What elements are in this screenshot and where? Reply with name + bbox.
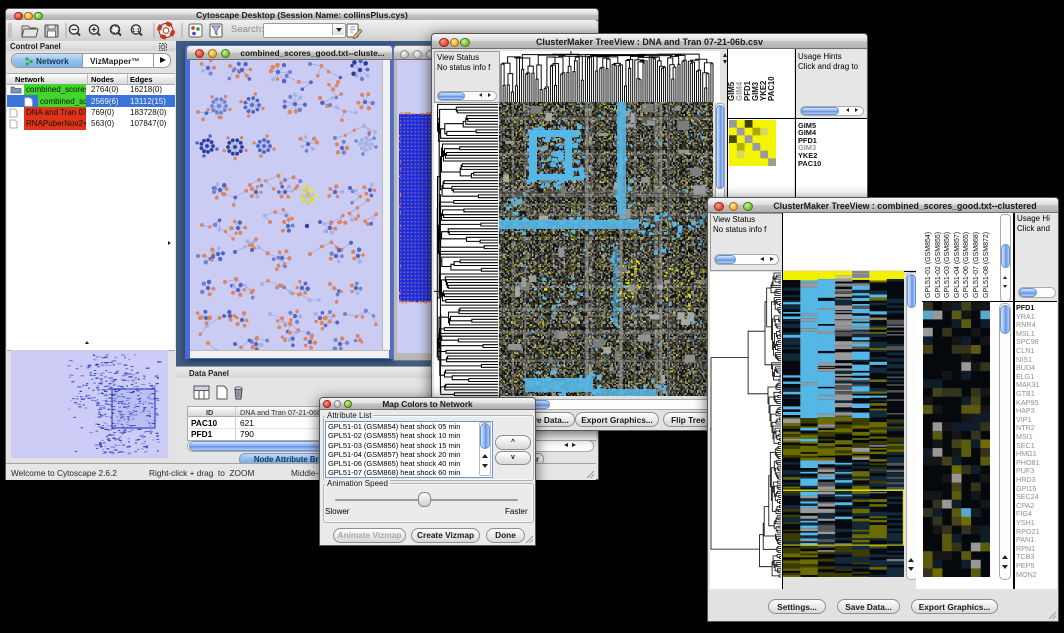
svg-text:1:1: 1:1 [132,28,140,34]
